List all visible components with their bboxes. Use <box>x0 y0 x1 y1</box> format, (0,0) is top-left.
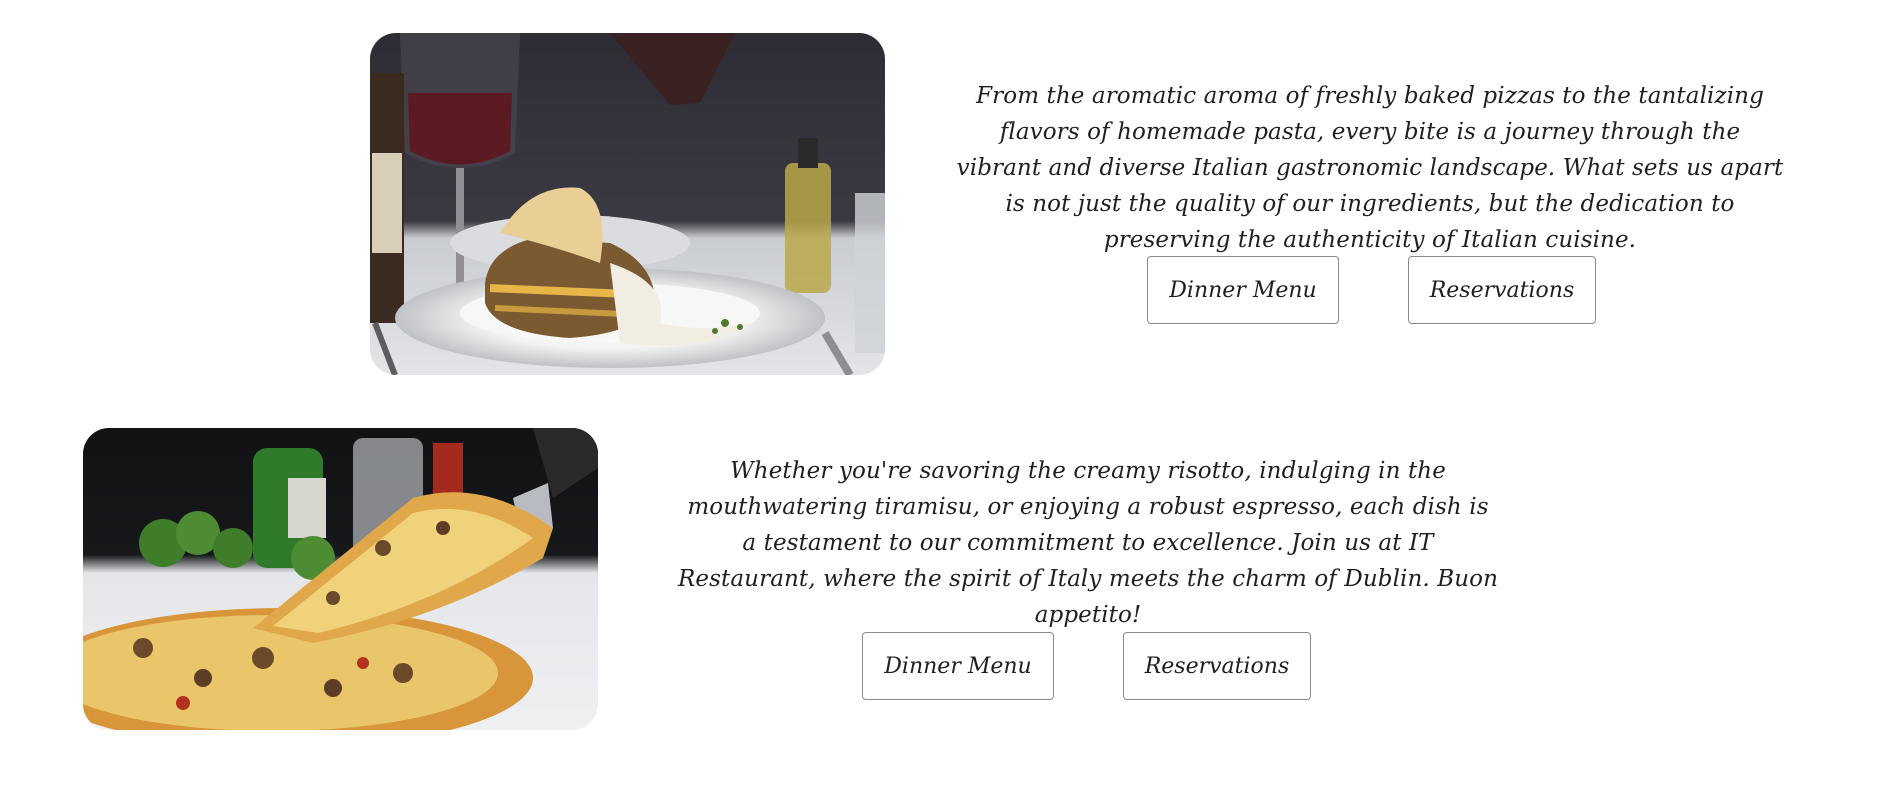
dinner-menu-button[interactable]: Dinner Menu <box>1147 256 1339 324</box>
section1-paragraph: From the aromatic aroma of freshly baked… <box>956 83 1784 253</box>
reservations-button-2[interactable]: Reservations <box>1123 632 1311 700</box>
lasagna-plate-illustration <box>370 33 885 375</box>
reservations-button[interactable]: Reservations <box>1408 256 1596 324</box>
lasagna-plate-photo <box>370 33 885 375</box>
pizza-slice-photo <box>83 428 598 730</box>
section2-paragraph: Whether you're savoring the creamy risot… <box>678 458 1499 628</box>
pizza-slice-illustration <box>83 428 598 730</box>
dinner-menu-button-2[interactable]: Dinner Menu <box>862 632 1054 700</box>
